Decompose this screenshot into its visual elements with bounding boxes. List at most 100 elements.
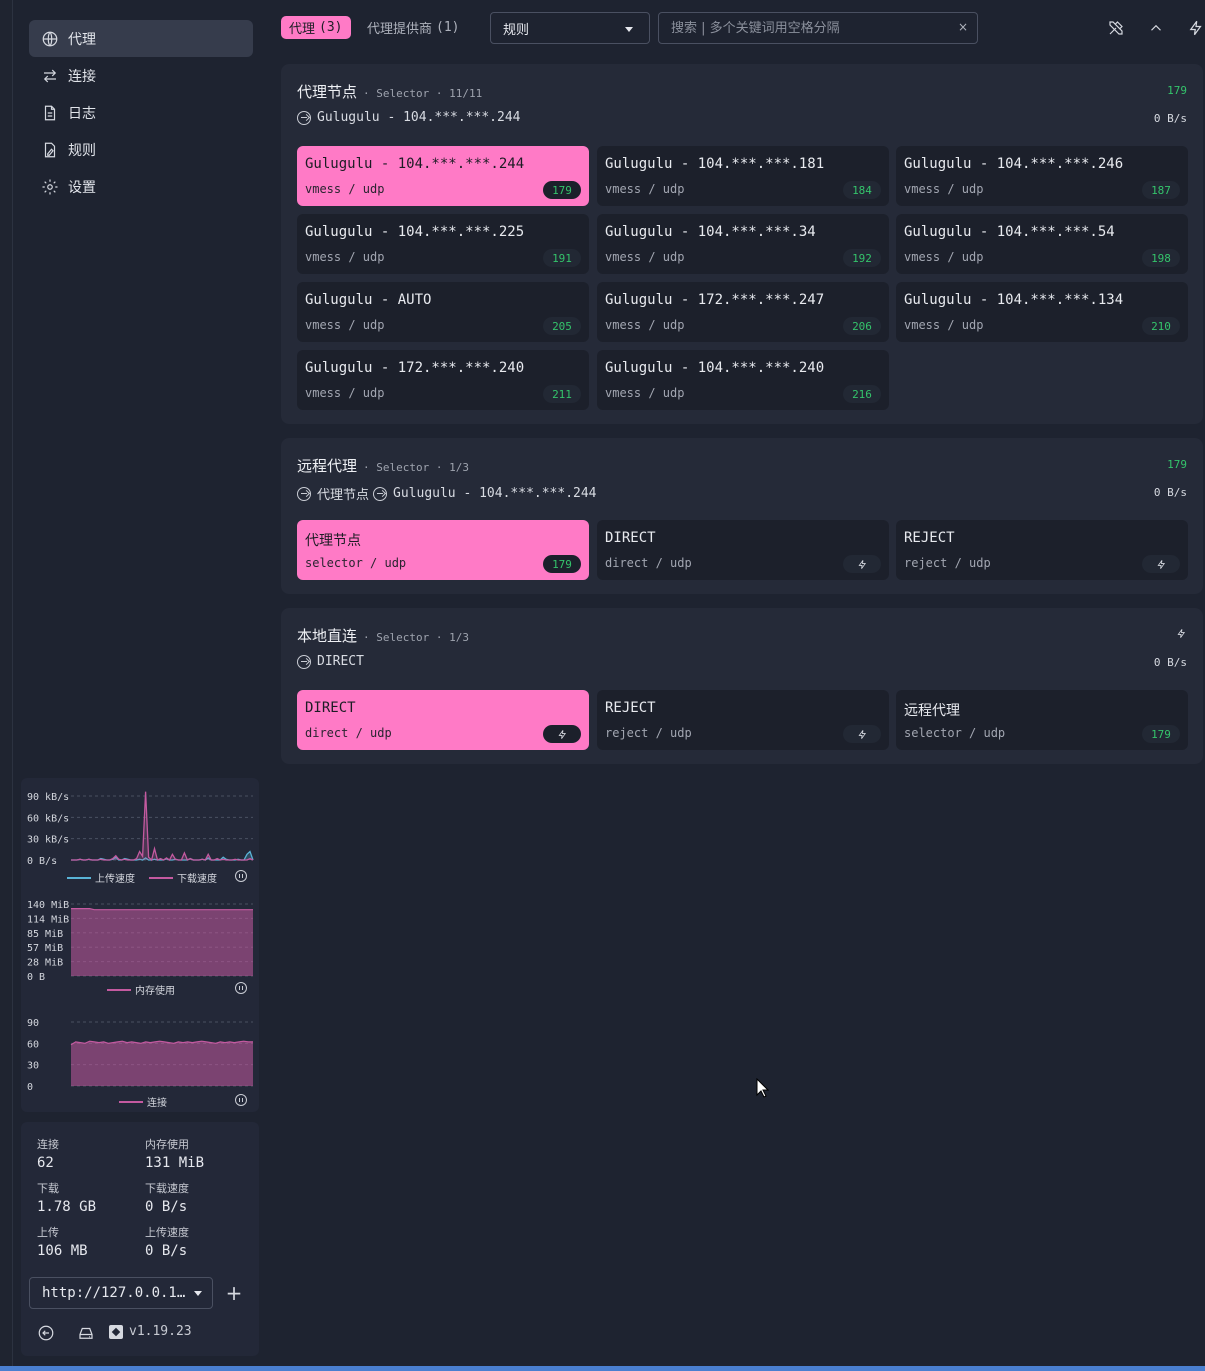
proxy-group: 代理节点 · Selector · 11/11 179 Gulugulu - 1… — [281, 64, 1203, 424]
proxy-latency[interactable]: 206 — [843, 317, 881, 335]
sidebar-item-proxies[interactable]: 代理 — [29, 20, 253, 57]
tab-providers[interactable]: 代理提供商 (1) — [367, 16, 460, 39]
proxy-card[interactable]: 代理节点 selector / udp 179 — [297, 520, 589, 580]
chart-tick-label: 60 kB/s — [27, 813, 69, 824]
proxy-latency[interactable]: 179 — [1142, 725, 1180, 743]
back-button[interactable] — [37, 1324, 55, 1342]
proxy-card[interactable]: Gulugulu - 104.***.***.244 vmess / udp 179 — [297, 146, 589, 206]
latency-test-button[interactable] — [1176, 628, 1187, 639]
proxy-card[interactable]: Gulugulu - 104.***.***.240 vmess / udp 216 — [597, 350, 889, 410]
group-latency[interactable]: 179 — [1167, 458, 1187, 471]
sidebar-item-settings[interactable]: 设置 — [29, 168, 253, 205]
chart-tick-label: 85 MiB — [27, 929, 63, 940]
collapse-button[interactable] — [1147, 19, 1165, 37]
group-meta: · Selector · 1/3 — [363, 631, 469, 644]
proxy-card[interactable]: Gulugulu - AUTO vmess / udp 205 — [297, 282, 589, 342]
window-bottom-border — [0, 1366, 1205, 1371]
legend-download: 下载速度 — [149, 870, 217, 885]
proxy-latency[interactable]: 179 — [543, 181, 581, 199]
proxy-name: Gulugulu - 104.***.***.225 — [305, 224, 525, 240]
pause-icon[interactable] — [235, 1094, 247, 1106]
group-name: 远程代理 — [297, 457, 358, 475]
proxy-card[interactable]: Gulugulu - 104.***.***.181 vmess / udp 184 — [597, 146, 889, 206]
proxy-card[interactable]: Gulugulu - 104.***.***.225 vmess / udp 191 — [297, 214, 589, 274]
proxy-card[interactable]: Gulugulu - 172.***.***.240 vmess / udp 211 — [297, 350, 589, 410]
proxy-latency[interactable]: 191 — [543, 249, 581, 267]
group-title[interactable]: 本地直连 · Selector · 1/3 — [297, 625, 469, 646]
pause-icon[interactable] — [235, 870, 247, 882]
proxy-card[interactable]: REJECT reject / udp — [896, 520, 1188, 580]
proxy-type: vmess / udp — [605, 250, 685, 264]
latency-test-button[interactable] — [1142, 555, 1180, 573]
proxy-latency[interactable]: 192 — [843, 249, 881, 267]
globe-icon — [42, 31, 58, 46]
tab-proxies[interactable]: 代理 (3) — [281, 16, 351, 39]
latency-test-button[interactable] — [843, 555, 881, 573]
proxy-card[interactable]: 远程代理 selector / udp 179 — [896, 690, 1188, 750]
proxy-card[interactable]: REJECT reject / udp — [597, 690, 889, 750]
proxy-card[interactable]: Gulugulu - 104.***.***.134 vmess / udp 210 — [896, 282, 1188, 342]
proxy-type: selector / udp — [305, 556, 407, 570]
storage-button[interactable] — [77, 1324, 95, 1342]
tools-button[interactable] — [1107, 19, 1125, 37]
stat-download: 下载 1.78 GB — [37, 1180, 96, 1215]
proxy-name: REJECT — [605, 700, 656, 716]
proxy-card[interactable]: DIRECT direct / udp — [297, 690, 589, 750]
sidebar-item-logs[interactable]: 日志 — [29, 94, 253, 131]
group-meta: · Selector · 1/3 — [363, 461, 469, 474]
arrow-right-circle-icon — [297, 486, 311, 501]
bolt-icon — [857, 729, 868, 740]
proxy-card[interactable]: Gulugulu - 104.***.***.54 vmess / udp 198 — [896, 214, 1188, 274]
proxy-latency[interactable]: 205 — [543, 317, 581, 335]
sidebar-item-label: 设置 — [68, 179, 96, 196]
search-clear-button[interactable]: × — [958, 20, 968, 34]
proxy-type: vmess / udp — [904, 250, 984, 264]
legend-connections-label: 连接 — [147, 1098, 167, 1109]
proxy-type: vmess / udp — [305, 318, 385, 332]
legend-connections: 连接 — [119, 1094, 167, 1109]
mode-select[interactable]: 规则 — [490, 12, 650, 44]
arrow-right-circle-icon — [373, 486, 388, 501]
stat-value: 0 B/s — [145, 1199, 188, 1215]
proxy-name: Gulugulu - 104.***.***.134 — [904, 292, 1124, 308]
backend-select[interactable]: http://127.0.0.1… — [29, 1277, 213, 1309]
group-title[interactable]: 远程代理 · Selector · 1/3 — [297, 455, 469, 476]
proxy-card[interactable]: Gulugulu - 172.***.***.247 vmess / udp 206 — [597, 282, 889, 342]
sidebar-item-rules[interactable]: 规则 — [29, 131, 253, 168]
chart-tick-label: 30 kB/s — [27, 835, 69, 846]
pause-icon[interactable] — [235, 982, 247, 994]
proxy-latency[interactable]: 211 — [543, 385, 581, 403]
chart-tick-label: 140 MiB — [27, 900, 69, 911]
group-speed: 0 B/s — [1153, 656, 1187, 669]
legend-upload-label: 上传速度 — [95, 874, 135, 885]
proxy-latency[interactable]: 179 — [543, 555, 581, 573]
stat-label: 下载速度 — [145, 1182, 189, 1195]
group-name: 代理节点 — [297, 83, 358, 101]
mouse-cursor-icon — [756, 1078, 770, 1098]
proxy-card[interactable]: Gulugulu - 104.***.***.34 vmess / udp 192 — [597, 214, 889, 274]
proxy-latency[interactable]: 216 — [843, 385, 881, 403]
stats-panel: 连接 62 内存使用 131 MiB 下载 1.78 GB 下载速度 0 B/s… — [21, 1122, 259, 1356]
search-input[interactable] — [658, 12, 978, 44]
latency-test-button[interactable] — [843, 725, 881, 743]
stat-upload: 上传 106 MB — [37, 1224, 88, 1259]
proxy-latency[interactable]: 210 — [1142, 317, 1180, 335]
topbar: 代理(3) 代理提供商(1) 规则 × — [281, 12, 1205, 45]
proxy-card[interactable]: DIRECT direct / udp — [597, 520, 889, 580]
proxy-latency[interactable]: 198 — [1142, 249, 1180, 267]
sidebar-nav: 代理 连接 日志 规则 设置 — [29, 20, 253, 205]
proxy-card[interactable]: Gulugulu - 104.***.***.246 vmess / udp 187 — [896, 146, 1188, 206]
latency-test-button[interactable] — [543, 725, 581, 743]
proxy-latency[interactable]: 187 — [1142, 181, 1180, 199]
proxy-name: 代理节点 — [305, 533, 361, 549]
stat-label: 内存使用 — [145, 1138, 189, 1151]
sidebar-item-connections[interactable]: 连接 — [29, 57, 253, 94]
proxy-type: vmess / udp — [305, 386, 385, 400]
add-backend-button[interactable]: + — [217, 1277, 251, 1309]
tab-count: (1) — [436, 20, 460, 35]
latency-test-button[interactable] — [1187, 19, 1205, 37]
proxy-type: vmess / udp — [305, 250, 385, 264]
group-latency[interactable]: 179 — [1167, 84, 1187, 97]
group-title[interactable]: 代理节点 · Selector · 11/11 — [297, 81, 482, 102]
proxy-latency[interactable]: 184 — [843, 181, 881, 199]
